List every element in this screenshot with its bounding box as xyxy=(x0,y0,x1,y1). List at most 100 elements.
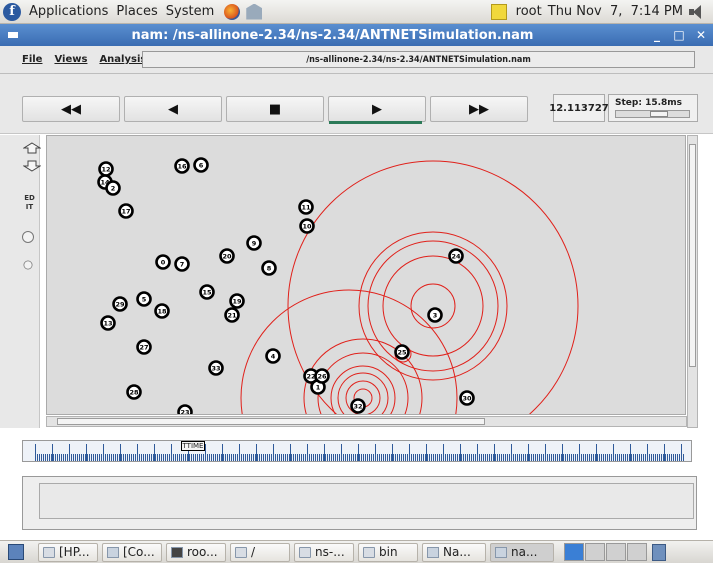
window-menu-icon[interactable] xyxy=(8,32,18,38)
window-icon xyxy=(427,546,439,558)
node-26[interactable]: 26 xyxy=(314,368,330,384)
file-menu[interactable]: File xyxy=(22,54,42,65)
task-button[interactable]: [HP... xyxy=(38,542,98,562)
file-menu-label: File xyxy=(22,54,43,65)
evolution-mail-icon[interactable] xyxy=(246,3,263,20)
fedora-logo-icon[interactable]: f xyxy=(3,2,21,21)
node-label: 9 xyxy=(252,239,257,247)
task-button[interactable]: bin xyxy=(358,542,418,562)
volume-icon[interactable] xyxy=(689,4,707,19)
task-button[interactable]: [Co... xyxy=(102,542,162,562)
node-15[interactable]: 15 xyxy=(199,284,215,300)
applications-menu[interactable]: Applications xyxy=(25,4,112,19)
task-label: / xyxy=(251,545,256,559)
workspace-4[interactable] xyxy=(627,543,647,561)
workspace-1[interactable] xyxy=(564,543,584,561)
timeline-marker[interactable]: TTIME xyxy=(181,441,205,451)
node-3[interactable]: 3 xyxy=(427,307,443,323)
task-label: [HP... xyxy=(59,545,90,559)
node-30[interactable]: 30 xyxy=(459,390,475,406)
task-button[interactable]: roo... xyxy=(166,542,226,562)
rewind-button[interactable]: ◀◀ xyxy=(22,96,120,122)
panel-right: root Thu Nov 7, 7:14 PM xyxy=(488,3,713,20)
task-button-active[interactable]: na... xyxy=(490,542,554,562)
node-label: 12 xyxy=(101,165,110,173)
step-slider[interactable] xyxy=(615,110,690,118)
node-10[interactable]: 10 xyxy=(299,218,315,234)
node-5[interactable]: 5 xyxy=(136,291,152,307)
zoom-in-icon[interactable] xyxy=(23,142,41,154)
node-8[interactable]: 8 xyxy=(261,260,277,276)
canvas-vertical-scrollbar[interactable] xyxy=(687,135,698,428)
node-28[interactable]: 28 xyxy=(126,384,142,400)
places-menu[interactable]: Places xyxy=(112,4,161,19)
node-23[interactable]: 23 xyxy=(177,404,193,416)
analysis-menu[interactable]: Analysis xyxy=(99,54,146,65)
node-18[interactable]: 18 xyxy=(154,303,170,319)
node-13[interactable]: 13 xyxy=(100,315,116,331)
system-menu[interactable]: System xyxy=(162,4,218,19)
node-0[interactable]: 0 xyxy=(155,254,171,270)
node-label: 7 xyxy=(180,260,185,268)
node-27[interactable]: 27 xyxy=(136,339,152,355)
minimize-icon[interactable]: _ xyxy=(647,26,667,44)
node-25[interactable]: 25 xyxy=(394,344,410,360)
zoom-out-icon[interactable] xyxy=(23,160,41,172)
clock[interactable]: Thu Nov 7, 7:14 PM xyxy=(548,4,683,19)
node-label: 21 xyxy=(227,311,237,319)
timeline-minor-ticks xyxy=(35,454,685,461)
horizontal-scroll-thumb[interactable] xyxy=(57,418,485,425)
radio-option-2[interactable] xyxy=(23,260,33,270)
node-17[interactable]: 17 xyxy=(118,203,134,219)
step-back-button[interactable]: ◀ xyxy=(124,96,222,122)
firefox-icon[interactable] xyxy=(224,3,241,20)
node-9[interactable]: 9 xyxy=(246,235,262,251)
fast-forward-button[interactable]: ▶▶ xyxy=(430,96,528,122)
node-label: 6 xyxy=(199,161,204,169)
node-label: 1 xyxy=(316,383,321,391)
node-7[interactable]: 7 xyxy=(174,256,190,272)
node-4[interactable]: 4 xyxy=(265,348,281,364)
workspace-3[interactable] xyxy=(606,543,626,561)
window-titlebar[interactable]: nam: /ns-allinone-2.34/ns-2.34/ANTNETSim… xyxy=(0,24,713,46)
node-label: 16 xyxy=(177,162,187,170)
node-21[interactable]: 21 xyxy=(224,307,240,323)
task-button[interactable]: / xyxy=(230,542,290,562)
node-32[interactable]: 32 xyxy=(350,398,366,414)
close-icon[interactable]: ✕ xyxy=(691,26,711,44)
node-29[interactable]: 29 xyxy=(112,296,128,312)
task-label: na... xyxy=(511,545,538,559)
task-button[interactable]: ns-... xyxy=(294,542,354,562)
step-slider-thumb[interactable] xyxy=(650,111,668,117)
update-notifier-icon[interactable] xyxy=(490,3,507,20)
task-button[interactable]: Na... xyxy=(422,542,486,562)
stop-button[interactable]: ■ xyxy=(226,96,324,122)
annotation-list[interactable] xyxy=(39,483,694,519)
play-button[interactable]: ▶ xyxy=(328,96,426,122)
node-20[interactable]: 20 xyxy=(219,248,235,264)
show-desktop-icon[interactable] xyxy=(8,544,24,560)
node-11[interactable]: 11 xyxy=(298,199,314,215)
node-16[interactable]: 16 xyxy=(174,158,190,174)
node-33[interactable]: 33 xyxy=(208,360,224,376)
node-label: 27 xyxy=(139,343,148,351)
timeline-slider[interactable]: TTIME xyxy=(22,440,692,462)
edit-tool[interactable]: ED IT xyxy=(23,194,36,212)
canvas-horizontal-scrollbar[interactable] xyxy=(46,416,687,427)
simulation-canvas[interactable]: 12 14 2 17 16 6 11 10 9 20 0 7 8 21 15 19 5 29 18 13 27 3 4 33 1… xyxy=(46,135,686,415)
views-menu[interactable]: Views xyxy=(54,54,87,65)
workspace-2[interactable] xyxy=(585,543,605,561)
maximize-icon[interactable]: □ xyxy=(669,26,689,44)
node-label: 2 xyxy=(111,184,116,192)
vertical-scroll-thumb[interactable] xyxy=(689,144,696,367)
node-6[interactable]: 6 xyxy=(193,157,209,173)
radio-option-1[interactable] xyxy=(22,231,34,243)
simulation-time: 12.113727 xyxy=(549,94,609,122)
node-12[interactable]: 12 xyxy=(98,161,114,177)
trash-icon[interactable] xyxy=(652,543,666,561)
node-24[interactable]: 24 xyxy=(448,248,464,264)
node-19[interactable]: 19 xyxy=(229,293,245,309)
node-2[interactable]: 2 xyxy=(105,180,121,196)
views-menu-label: Views xyxy=(54,54,88,65)
task-label: ns-... xyxy=(315,545,345,559)
